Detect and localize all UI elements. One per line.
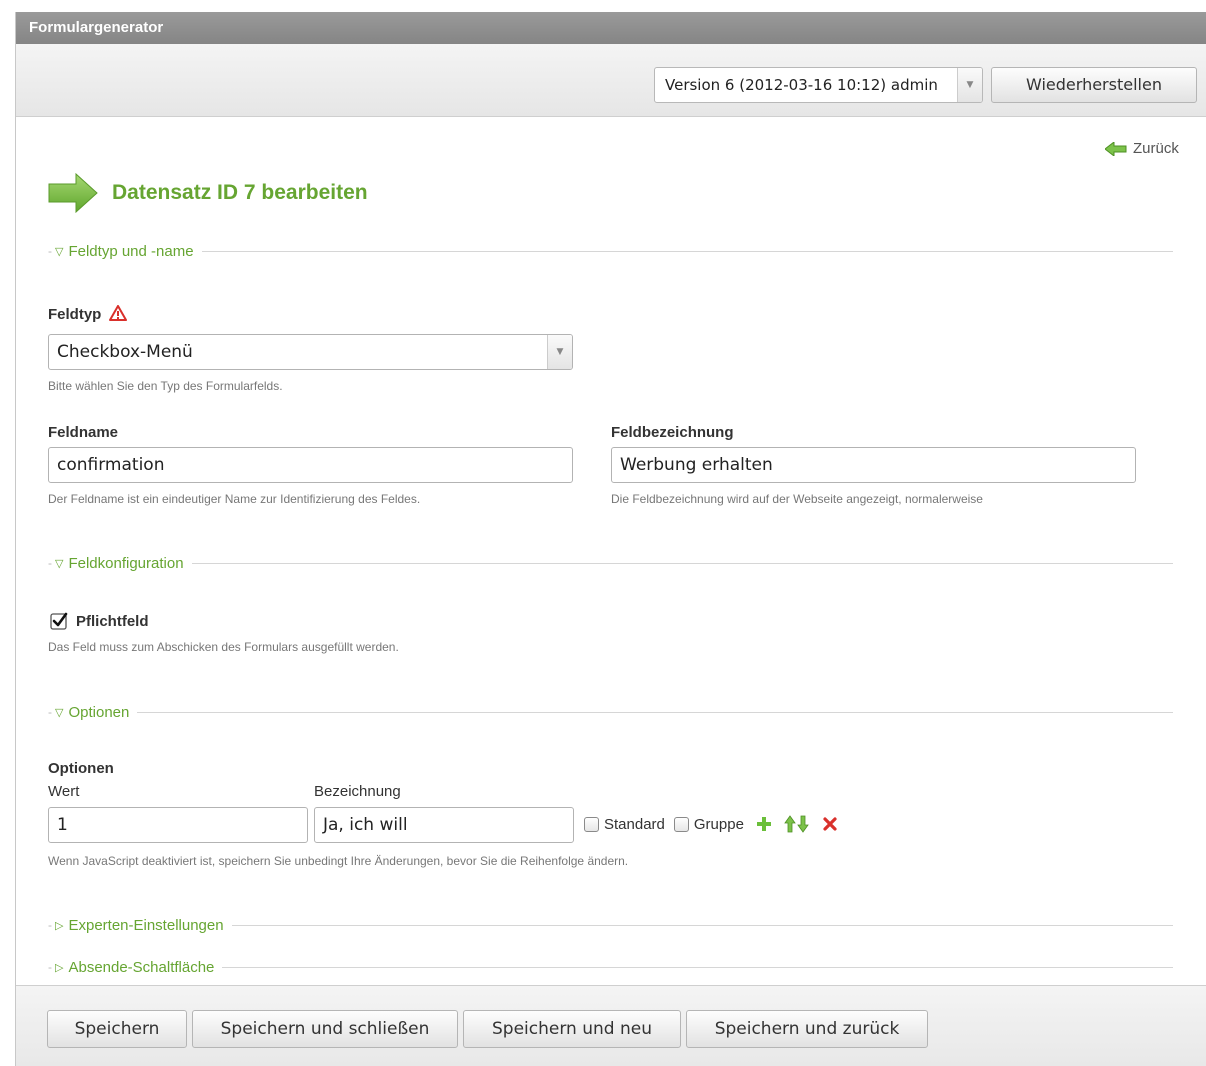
section-options[interactable]: - ▽ Optionen — [48, 702, 1173, 722]
divider — [137, 711, 1173, 713]
option-label-input[interactable]: Ja, ich will — [314, 807, 574, 843]
expand-triangle-icon: ▷ — [55, 919, 64, 932]
move-up-icon[interactable] — [784, 815, 796, 833]
section-dash: - — [48, 556, 52, 570]
fieldlabel-help: Die Feldbezeichnung wird auf der Webseit… — [611, 492, 983, 506]
version-toolbar: Version 6 (2012-03-16 10:12) admin ▼ Wie… — [16, 44, 1206, 117]
save-and-new-button[interactable]: Speichern und neu — [463, 1010, 681, 1048]
divider — [191, 562, 1173, 564]
fieldlabel-label: Feldbezeichnung — [611, 424, 734, 441]
fieldname-help: Der Feldname ist ein eindeutiger Name zu… — [48, 492, 421, 506]
options-col-value: Wert — [48, 783, 80, 800]
standard-checkbox-label: Standard — [604, 815, 665, 833]
section-expert-label: Experten-Einstellungen — [68, 916, 224, 934]
page-title-text: Datensatz ID 7 bearbeiten — [112, 181, 368, 204]
collapse-triangle-icon: ▽ — [55, 557, 64, 570]
chevron-down-icon: ▼ — [957, 68, 982, 102]
action-footer: Speichern Speichern und schließen Speich… — [16, 985, 1206, 1066]
fieldtype-select[interactable]: Checkbox-Menü ▼ — [48, 334, 573, 370]
move-down-icon[interactable] — [797, 815, 809, 833]
fieldlabel-input-value: Werbung erhalten — [620, 455, 773, 475]
option-value-input-value: 1 — [57, 815, 68, 835]
page-title: Datensatz ID 7 bearbeiten — [48, 173, 368, 213]
section-dash: - — [48, 244, 52, 258]
divider — [222, 966, 1173, 968]
required-label: Pflichtfeld — [76, 612, 149, 630]
fieldname-label: Feldname — [48, 424, 119, 441]
chevron-down-icon: ▼ — [547, 335, 572, 369]
restore-button[interactable]: Wiederherstellen — [991, 67, 1197, 103]
section-expert[interactable]: - ▷ Experten-Einstellungen — [48, 915, 1173, 935]
expand-triangle-icon: ▷ — [55, 961, 64, 974]
option-value-input[interactable]: 1 — [48, 807, 308, 843]
section-type-name[interactable]: - ▽ Feldtyp und -name — [48, 241, 1173, 261]
save-and-close-button[interactable]: Speichern und schließen — [192, 1010, 458, 1048]
options-heading: Optionen — [48, 760, 114, 777]
divider — [231, 924, 1173, 926]
collapse-triangle-icon: ▽ — [55, 245, 64, 258]
section-dash: - — [48, 705, 52, 719]
required-row[interactable]: Pflichtfeld — [50, 612, 149, 630]
add-option-icon[interactable] — [756, 816, 772, 832]
section-type-name-label: Feldtyp und -name — [68, 242, 194, 260]
back-arrow-icon — [1105, 141, 1127, 156]
version-select-value: Version 6 (2012-03-16 10:12) admin — [665, 76, 938, 94]
options-help: Wenn JavaScript deaktiviert ist, speiche… — [48, 854, 629, 868]
checkbox-checked-icon[interactable] — [50, 612, 68, 630]
options-col-label: Bezeichnung — [314, 783, 401, 800]
section-dash: - — [48, 918, 52, 932]
back-link[interactable]: Zurück — [1105, 140, 1179, 157]
required-help: Das Feld muss zum Abschicken des Formula… — [48, 640, 399, 654]
fieldlabel-input[interactable]: Werbung erhalten — [611, 447, 1136, 483]
group-checkbox-label: Gruppe — [693, 815, 744, 833]
fieldtype-label-row: Feldtyp — [48, 305, 127, 323]
fieldname-input[interactable]: confirmation — [48, 447, 573, 483]
section-submit-label: Absende-Schaltfläche — [68, 958, 215, 976]
divider — [201, 250, 1173, 252]
fieldtype-select-value: Checkbox-Menü — [57, 342, 193, 362]
version-select[interactable]: Version 6 (2012-03-16 10:12) admin ▼ — [654, 67, 983, 103]
group-checkbox[interactable] — [673, 816, 689, 832]
back-link-label: Zurück — [1133, 140, 1179, 157]
fieldname-input-value: confirmation — [57, 455, 165, 475]
window-title: Formulargenerator — [16, 12, 1206, 44]
standard-checkbox[interactable] — [584, 816, 599, 832]
section-config-label: Feldkonfiguration — [68, 554, 184, 572]
option-label-input-value: Ja, ich will — [323, 815, 408, 835]
save-and-back-button[interactable]: Speichern und zurück — [686, 1010, 928, 1048]
fieldtype-label: Feldtyp — [48, 306, 102, 323]
section-options-label: Optionen — [68, 703, 130, 721]
save-button[interactable]: Speichern — [47, 1010, 187, 1048]
warning-icon — [108, 305, 127, 321]
edit-arrow-icon — [48, 173, 98, 213]
collapse-triangle-icon: ▽ — [55, 706, 64, 719]
fieldtype-help: Bitte wählen Sie den Typ des Formularfel… — [48, 379, 283, 393]
section-config[interactable]: - ▽ Feldkonfiguration — [48, 553, 1173, 573]
option-row-controls: Standard Gruppe — [584, 815, 837, 833]
form-generator-window: Formulargenerator Version 6 (2012-03-16 … — [15, 12, 1206, 1066]
delete-option-icon[interactable] — [823, 817, 837, 831]
section-submit[interactable]: - ▷ Absende-Schaltfläche — [48, 957, 1173, 977]
section-dash: - — [48, 960, 52, 974]
